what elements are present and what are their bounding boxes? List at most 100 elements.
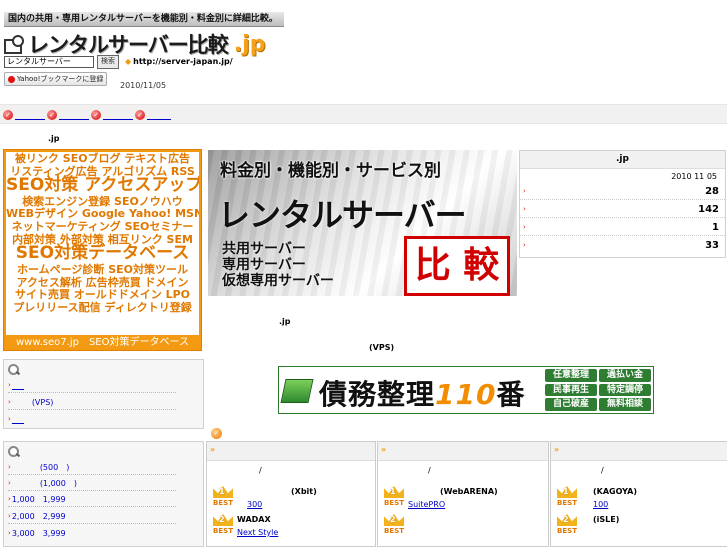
- debt-tag: 任意整理: [545, 369, 597, 382]
- arrow-icon: ›: [8, 381, 11, 389]
- banner-line2: レンタルサーバー: [218, 196, 467, 234]
- diamond-icon: ◆: [125, 57, 132, 66]
- side-link[interactable]: › (VPS): [8, 396, 53, 408]
- check-icon: ✓: [91, 109, 101, 120]
- nav-item-1[interactable]: ✓: [3, 109, 45, 120]
- check-icon: ✓: [135, 109, 145, 120]
- nav-link-3[interactable]: [103, 110, 133, 120]
- site-logo[interactable]: レンタルサーバー比較 .jp: [4, 31, 265, 57]
- arrow-icon: ›: [8, 463, 11, 471]
- best-label: BEST: [384, 527, 404, 535]
- price-link[interactable]: › (500 ): [8, 461, 69, 473]
- ranking-head: »: [551, 442, 727, 461]
- search-icon: [8, 446, 21, 458]
- crown-2-icon: 2 BEST: [382, 514, 406, 538]
- seo-ad-footer: www.seo7.jp SEO対策データベース: [16, 337, 189, 348]
- side-link-text[interactable]: [11, 415, 24, 424]
- side-link-text[interactable]: [11, 381, 24, 390]
- seo-keyword-line: ホームページ診断 SEO対策ツール: [16, 262, 189, 276]
- check-icon: ✓: [3, 109, 13, 120]
- ranking-plan-link[interactable]: 300: [247, 500, 262, 509]
- info-row[interactable]: › 33: [520, 238, 725, 253]
- ranking-slash: /: [259, 466, 262, 475]
- price-link[interactable]: › 3,000 3,999: [8, 527, 66, 539]
- divider: [8, 392, 176, 393]
- divider: [8, 409, 176, 410]
- price-link-text[interactable]: (500 ): [12, 462, 70, 473]
- info-value: 33: [705, 240, 719, 251]
- section-bullet-icon: ✓: [211, 428, 222, 439]
- debt-title: 債務整理110番: [319, 373, 525, 413]
- price-link[interactable]: › (1,000 ): [8, 477, 77, 489]
- nav-item-4[interactable]: ✓: [135, 109, 171, 120]
- ranking-provider: (WebARENA): [440, 487, 498, 496]
- ranking-plan-link[interactable]: SuitePRO: [408, 500, 445, 509]
- price-link[interactable]: › 1,000 1,999: [8, 493, 66, 505]
- book-icon: [280, 379, 314, 403]
- info-row[interactable]: › 142: [520, 202, 725, 218]
- search-input[interactable]: [4, 55, 94, 68]
- arrow-icon: ›: [8, 495, 11, 503]
- logo-tld: .jp: [233, 31, 266, 57]
- ranking-provider: (KAGOYA): [593, 487, 638, 496]
- yahoo-bookmark-button[interactable]: Yahoo!ブックマークに登録: [4, 72, 108, 86]
- banner-small-line: 仮想専用サーバー: [222, 273, 334, 289]
- side-link-text[interactable]: (VPS): [12, 398, 54, 407]
- debt-title-number: 110: [435, 378, 497, 411]
- arrow-icon: ›: [523, 223, 526, 231]
- best-label: BEST: [384, 499, 404, 507]
- ranking-provider: (Xbit): [291, 487, 317, 496]
- info-row[interactable]: › 28: [520, 184, 725, 200]
- crown-2-icon: 2 BEST: [211, 514, 235, 538]
- crown-1-icon: 1 BEST: [382, 486, 406, 510]
- arrow-icon: ›: [523, 241, 526, 249]
- price-link-text[interactable]: 2,000 2,999: [12, 511, 66, 522]
- seo7-ad-banner[interactable]: 被リンク SEOブログ テキスト広告 リスティング広告 アルゴリズム RSS SEO…: [3, 149, 202, 351]
- arrow-icon: ›: [8, 398, 11, 406]
- seo-keyword-line: ネットマーケティング SEOセミナー: [11, 220, 194, 234]
- ranking-column-2: » / 1 BEST (WebARENA) SuitePRO 2 BEST: [377, 441, 549, 547]
- debt-110-banner[interactable]: 債務整理110番 任意整理 過払い金 民事再生 特定調停 自己破産 無料相談: [278, 366, 654, 414]
- seo-keyword-line: 検索エンジン登録 SEOノウハウ: [22, 194, 183, 208]
- side-link[interactable]: ›: [8, 413, 24, 425]
- price-link-text[interactable]: 1,000 1,999: [12, 494, 66, 505]
- arrow-icon: ›: [8, 512, 11, 520]
- nav-link-2[interactable]: [59, 110, 89, 120]
- arrow-icon: ›: [8, 479, 11, 487]
- nav-item-2[interactable]: ✓: [47, 109, 89, 120]
- search-button[interactable]: 検索: [97, 54, 119, 69]
- price-link[interactable]: › 2,000 2,999: [8, 510, 66, 522]
- ranking-head: »: [207, 442, 375, 461]
- ranking-column-1: » / 1 BEST (Xbit) 300 2 BEST WADAX Next St…: [206, 441, 376, 547]
- side-panel-price: › (500 ) › (1,000 ) › 1,000 1,999 › 2,000 2,…: [3, 441, 204, 547]
- info-value: 1: [712, 222, 719, 233]
- seo-keyword-cloud: 被リンク SEOブログ テキスト広告 リスティング広告 アルゴリズム RSS SEO…: [6, 152, 199, 335]
- best-label: BEST: [557, 499, 577, 507]
- best-label: BEST: [213, 499, 233, 507]
- nav-link-4[interactable]: [147, 110, 171, 120]
- double-arrow-icon: »: [210, 445, 216, 454]
- nav-item-3[interactable]: ✓: [91, 109, 133, 120]
- seo-keyword-line: サイト売買 オールドドメイン LPO: [14, 288, 191, 302]
- site-info-box: .jp 2010 11 05 › 28 › 142 › 1 › 33: [519, 150, 726, 258]
- nav-link-1[interactable]: [15, 110, 45, 120]
- side-panel-categories: › › (VPS) ›: [3, 359, 204, 429]
- left-caption: .jp: [48, 134, 60, 143]
- divider: [8, 506, 176, 507]
- main-hero-banner[interactable]: 料金別・機能別・サービス別 レンタルサーバー 共用サーバー 専用サーバー 仮想専…: [208, 150, 517, 296]
- ranking-plan-link[interactable]: Next Style: [237, 528, 278, 537]
- center-text-domain: .jp: [279, 317, 291, 326]
- price-link-text[interactable]: 3,000 3,999: [12, 528, 66, 539]
- header-date: 2010/11/05: [120, 81, 167, 90]
- price-link-text[interactable]: (1,000 ): [12, 478, 77, 489]
- ranking-slash: /: [601, 466, 604, 475]
- info-row[interactable]: › 1: [520, 220, 725, 236]
- side-link[interactable]: ›: [8, 379, 24, 391]
- banner-line1: 料金別・機能別・サービス別: [220, 161, 441, 181]
- divider: [8, 474, 176, 475]
- debt-tag: 過払い金: [599, 369, 651, 382]
- site-tagline: 国内の共用・専用レンタルサーバーを機能別・料金別に詳細比較。: [4, 12, 284, 27]
- crown-1-icon: 1 BEST: [211, 486, 235, 510]
- ranking-plan-link[interactable]: 100: [593, 500, 608, 509]
- seo-keyword-line: SEO対策データベース: [15, 243, 190, 264]
